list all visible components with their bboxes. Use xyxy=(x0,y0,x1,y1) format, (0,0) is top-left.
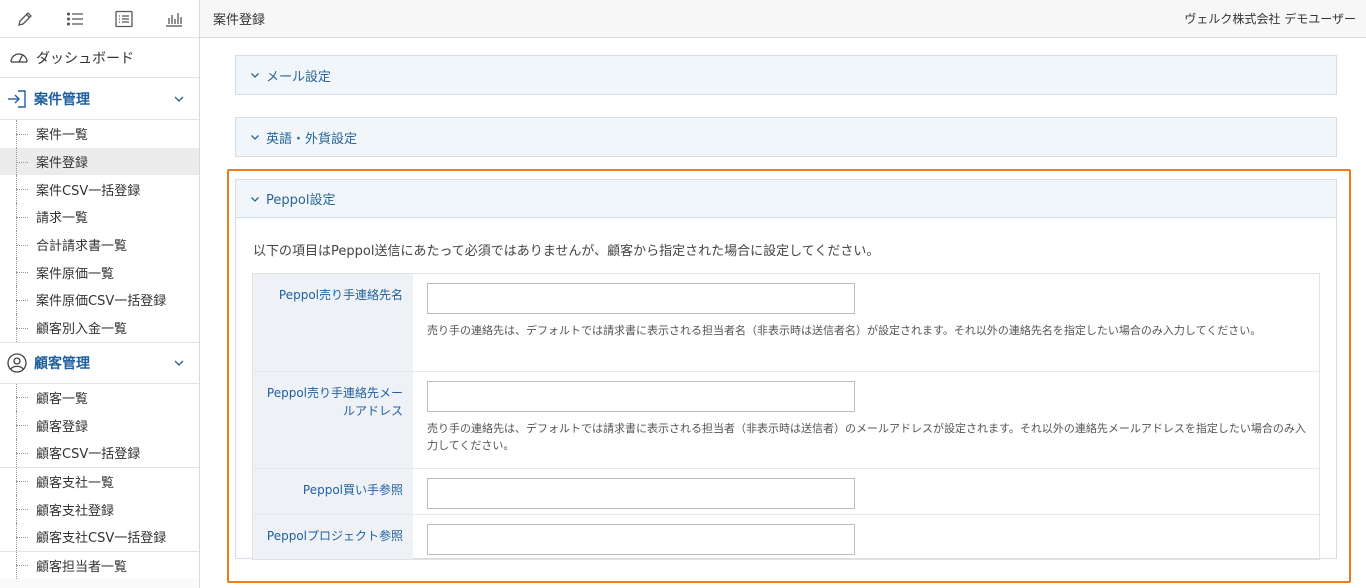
field-label: Peppol売り手連絡先名 xyxy=(253,274,413,371)
form-row: Peppol売り手連絡先名 売り手の連絡先は、デフォルトでは請求書に表示される担… xyxy=(253,274,1319,372)
sidebar-item-contact-list[interactable]: 顧客担当者一覧 xyxy=(0,551,199,580)
chevron-down-icon xyxy=(174,360,184,366)
customer-submenu-b: 顧客支社一覧 顧客支社登録 顧客支社CSV一括登録 xyxy=(0,466,199,551)
page-title: 案件登録 xyxy=(213,13,266,28)
sidebar-item-label: ダッシュボード xyxy=(36,50,134,67)
report-button[interactable] xyxy=(149,0,199,38)
field-help: 売り手の連絡先は、デフォルトでは請求書に表示される担当者名（非表示時は送信者名）… xyxy=(427,324,1262,337)
mail-settings-panel: メール設定 xyxy=(235,55,1337,95)
sidebar-item-total-invoice-list[interactable]: 合計請求書一覧 xyxy=(0,230,199,259)
sidebar-item-customer-list[interactable]: 顧客一覧 xyxy=(0,383,199,412)
main-content: メール設定 英語・外貨設定 Peppol設定 以下の項目はPeppol送信にあた… xyxy=(200,39,1366,588)
list-box-button[interactable] xyxy=(100,0,150,38)
form-row: Peppol買い手参照 xyxy=(253,469,1319,515)
sidebar-item-case-csv[interactable]: 案件CSV一括登録 xyxy=(0,175,199,203)
panel-title: Peppol設定 xyxy=(266,193,336,208)
chevron-down-icon xyxy=(251,135,259,140)
sidebar-item-cost-csv[interactable]: 案件原価CSV一括登録 xyxy=(0,286,199,314)
panel-title: 英語・外貨設定 xyxy=(266,131,358,147)
form-row: Peppolプロジェクト参照 xyxy=(253,515,1319,559)
chevron-down-icon xyxy=(251,196,259,202)
sidebar-toolbar xyxy=(0,0,199,38)
sidebar-section-label: 案件管理 xyxy=(34,91,90,108)
sidebar-item-dashboard[interactable]: ダッシュボード xyxy=(0,38,199,78)
field-label: Peppol買い手参照 xyxy=(253,469,413,514)
sidebar-item-customer-register[interactable]: 顧客登録 xyxy=(0,411,199,439)
project-reference-input[interactable] xyxy=(427,524,855,555)
case-submenu: 案件一覧 案件登録 案件CSV一括登録 請求一覧 合計請求書一覧 案件原価一覧 … xyxy=(0,120,199,342)
user-name[interactable]: ヴェルク株式会社 デモユーザー xyxy=(1184,10,1356,27)
seller-contact-name-input[interactable] xyxy=(427,283,855,314)
sidebar-item-invoice-list[interactable]: 請求一覧 xyxy=(0,203,199,231)
sidebar-section-customer[interactable]: 顧客管理 xyxy=(0,341,199,384)
top-header: 案件登録 ヴェルク株式会社 デモユーザー xyxy=(200,0,1366,38)
sidebar-item-branch-csv[interactable]: 顧客支社CSV一括登録 xyxy=(0,522,199,551)
chart-icon xyxy=(166,12,183,27)
customer-submenu-c: 顧客担当者一覧 xyxy=(0,550,199,580)
buyer-reference-input[interactable] xyxy=(427,478,855,509)
user-circle-icon xyxy=(7,352,27,373)
chevron-down-icon xyxy=(251,73,259,78)
english-currency-toggle[interactable]: 英語・外貨設定 xyxy=(236,118,1336,156)
customer-submenu-a: 顧客一覧 顧客登録 顧客CSV一括登録 xyxy=(0,383,199,467)
peppol-note: 以下の項目はPeppol送信にあたって必須ではありませんが、顧客から指定された場… xyxy=(253,244,880,259)
sign-in-icon xyxy=(8,89,26,108)
sidebar-section-case[interactable]: 案件管理 xyxy=(0,78,199,120)
sidebar-item-payment-list[interactable]: 顧客別入金一覧 xyxy=(0,313,199,342)
sidebar-item-case-list[interactable]: 案件一覧 xyxy=(0,120,199,148)
pencil-icon xyxy=(17,11,32,26)
chevron-down-icon xyxy=(174,96,184,102)
english-currency-panel: 英語・外貨設定 xyxy=(235,117,1337,157)
field-help: 売り手の連絡先は、デフォルトでは請求書に表示される担当者（非表示時は送信者）のメ… xyxy=(427,422,1306,452)
sidebar-item-branch-list[interactable]: 顧客支社一覧 xyxy=(0,467,199,496)
field-label: Peppolプロジェクト参照 xyxy=(253,515,413,559)
form-row: Peppol売り手連絡先メールアドレス 売り手の連絡先は、デフォルトでは請求書に… xyxy=(253,372,1319,469)
field-label: Peppol売り手連絡先メールアドレス xyxy=(253,372,413,468)
peppol-settings-toggle[interactable]: Peppol設定 xyxy=(236,180,1336,218)
sidebar-item-case-register[interactable]: 案件登録 xyxy=(0,147,199,176)
sidebar-item-customer-csv[interactable]: 顧客CSV一括登録 xyxy=(0,438,199,467)
mail-settings-toggle[interactable]: メール設定 xyxy=(236,56,1336,94)
sidebar-section-label: 顧客管理 xyxy=(34,355,90,372)
edit-button[interactable] xyxy=(0,0,50,38)
panel-title: メール設定 xyxy=(266,69,332,85)
sidebar-item-branch-register[interactable]: 顧客支社登録 xyxy=(0,495,199,523)
peppol-form-table: Peppol売り手連絡先名 売り手の連絡先は、デフォルトでは請求書に表示される担… xyxy=(252,273,1320,560)
dashboard-gauge-icon xyxy=(10,52,28,63)
sidebar: ダッシュボード 案件管理 案件一覧 案件登録 案件CSV一括登録 請求一覧 合計… xyxy=(0,0,200,588)
sidebar-item-cost-list[interactable]: 案件原価一覧 xyxy=(0,258,199,286)
list-box-icon xyxy=(115,10,134,27)
seller-contact-email-input[interactable] xyxy=(427,381,855,412)
peppol-settings-panel: Peppol設定 以下の項目はPeppol送信にあたって必須ではありませんが、顧… xyxy=(235,179,1337,560)
list-icon xyxy=(66,11,83,26)
list-button[interactable] xyxy=(50,0,100,38)
